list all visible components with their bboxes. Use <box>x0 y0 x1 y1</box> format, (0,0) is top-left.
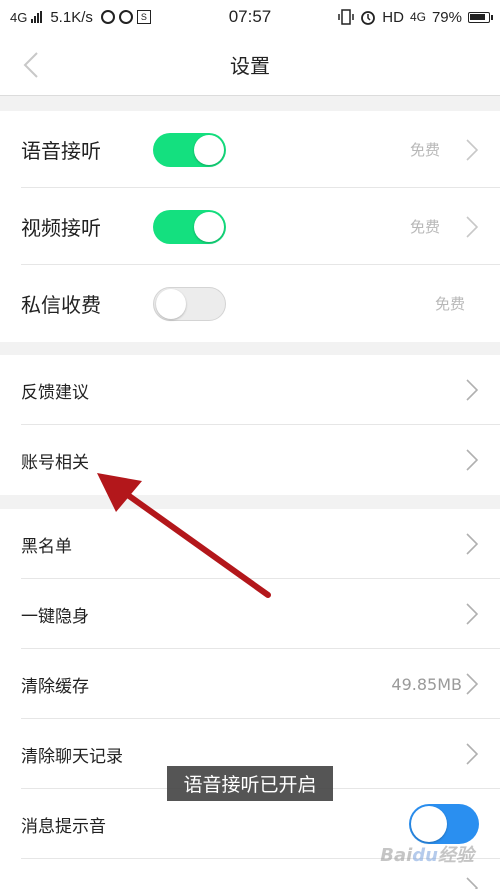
status-bar: 4G 5.1K/s S 07:57 HD 4G 79% <box>0 0 500 34</box>
chevron-right-icon <box>466 603 478 625</box>
toggle-knob <box>194 134 224 165</box>
call-settings-section: 语音接听 免费 视频接听 免费 私信收费 免费 <box>0 111 500 342</box>
blacklist-row[interactable]: 黑名单 <box>0 509 500 579</box>
row-label: 私信收费 <box>21 293 101 317</box>
row-label: 清除聊天记录 <box>21 746 123 767</box>
private-message-fee-row[interactable]: 私信收费 免费 <box>0 265 500 342</box>
chevron-right-icon <box>466 533 478 555</box>
row-label: 黑名单 <box>21 536 72 557</box>
network-label-2: 4G <box>409 10 426 24</box>
hd-label: HD <box>382 8 404 26</box>
chevron-right-icon <box>466 379 478 401</box>
voice-answer-toggle[interactable] <box>153 132 226 167</box>
private-message-fee-toggle[interactable] <box>153 286 226 321</box>
row-value: 免费 <box>409 218 440 236</box>
s-notification-icon: S <box>136 10 151 24</box>
chevron-right-icon <box>466 215 478 238</box>
stealth-mode-row[interactable]: 一键隐身 <box>0 579 500 649</box>
watermark-logo: Baidu经验 <box>380 845 474 866</box>
toast-message: 语音接听已开启 <box>167 766 333 801</box>
video-answer-toggle[interactable] <box>153 209 226 244</box>
status-left: 4G 5.1K/s S <box>10 9 210 26</box>
vibrate-icon <box>338 9 355 25</box>
toggle-knob <box>411 806 447 842</box>
chevron-right-icon <box>466 138 478 161</box>
chevron-right-icon <box>466 673 478 695</box>
row-label: 视频接听 <box>21 216 101 240</box>
speed-label: 5.1K/s <box>50 8 93 26</box>
signal-icon <box>31 11 43 23</box>
chevron-right-icon <box>466 449 478 471</box>
row-value: 免费 <box>409 141 440 159</box>
app-notification-icon <box>100 10 115 24</box>
clock: 07:57 <box>228 7 272 26</box>
privacy-section: 黑名单 一键隐身 清除缓存 49.85MB 清除聊天记录 消息提示音 <box>0 509 500 889</box>
feedback-row[interactable]: 反馈建议 <box>0 355 500 425</box>
row-label: 反馈建议 <box>21 382 89 403</box>
toggle-knob <box>156 288 186 319</box>
chevron-right-icon <box>466 877 478 889</box>
app-notification-icon-2 <box>118 10 133 24</box>
page-title: 设置 <box>230 54 270 78</box>
section-gap <box>0 495 500 509</box>
cache-size-value: 49.85MB <box>391 674 462 694</box>
row-label: 清除缓存 <box>21 676 89 697</box>
alarm-icon <box>361 11 376 25</box>
row-label: 账号相关 <box>21 452 89 473</box>
video-answer-row[interactable]: 视频接听 免费 <box>0 188 500 265</box>
section-gap <box>0 96 500 111</box>
section-gap <box>0 342 500 355</box>
status-right: HD 4G 79% <box>290 8 493 26</box>
chevron-right-icon <box>466 743 478 765</box>
title-bar: 设置 <box>0 34 500 96</box>
voice-answer-row[interactable]: 语音接听 免费 <box>0 111 500 188</box>
support-section: 反馈建议 账号相关 <box>0 355 500 495</box>
message-sound-toggle[interactable] <box>409 804 479 844</box>
back-arrow-icon[interactable] <box>18 50 48 80</box>
network-label: 4G <box>10 9 28 25</box>
row-label: 消息提示音 <box>21 816 106 837</box>
clear-cache-row[interactable]: 清除缓存 49.85MB <box>0 649 500 719</box>
account-row[interactable]: 账号相关 <box>0 425 500 495</box>
battery-icon <box>468 11 493 23</box>
row-value: 免费 <box>434 295 465 313</box>
battery-percent: 79% <box>431 8 462 26</box>
row-label: 语音接听 <box>21 139 101 163</box>
toggle-knob <box>194 211 224 242</box>
row-label: 一键隐身 <box>21 606 89 627</box>
